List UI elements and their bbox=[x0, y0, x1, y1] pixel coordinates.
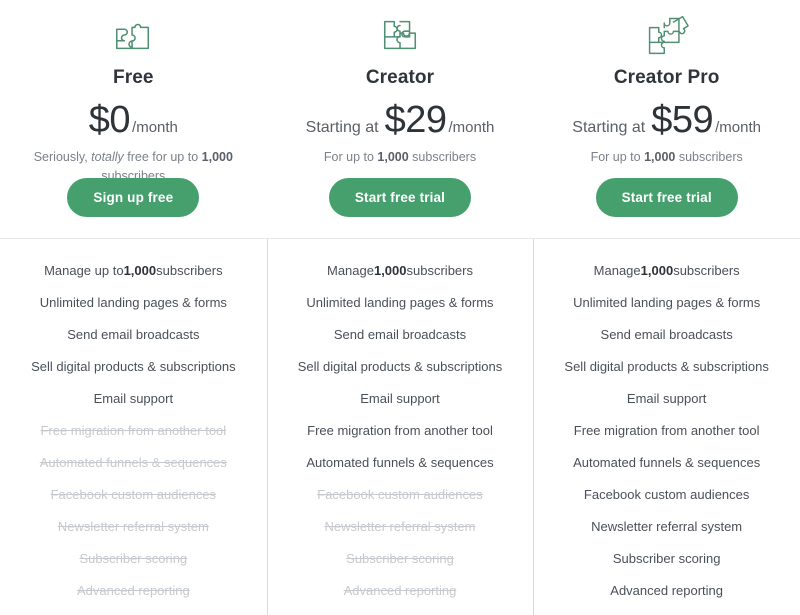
puzzle-3-pieces-icon bbox=[379, 10, 421, 60]
plan-name: Creator bbox=[365, 67, 435, 88]
puzzle-2-pieces-icon bbox=[112, 10, 154, 60]
feature-highlight: 1,000 bbox=[123, 262, 157, 278]
feature-item: Advanced reporting bbox=[76, 582, 190, 598]
feature-item: Facebook custom audiences bbox=[50, 486, 217, 502]
puzzle-4-pieces-icon bbox=[645, 10, 689, 60]
feature-item: Send email broadcasts bbox=[600, 326, 733, 342]
feature-item: Unlimited landing pages & forms bbox=[39, 294, 227, 310]
feature-item: Manage up to 1,000 subscribers bbox=[44, 262, 223, 278]
feature-item: Automated funnels & sequences bbox=[573, 454, 761, 470]
plan-cta-container: Start free trial bbox=[533, 178, 800, 217]
plan-header: Free $0/month Seriously, totally free for … bbox=[0, 0, 267, 238]
feature-item: Advanced reporting bbox=[343, 582, 457, 598]
note-subscriber-count: 1,000 bbox=[377, 150, 409, 164]
feature-item: Email support bbox=[360, 390, 440, 406]
plan-cta-button[interactable]: Sign up free bbox=[67, 178, 200, 217]
plan-cta-container: Start free trial bbox=[267, 178, 534, 217]
feature-item: Sell digital products & subscriptions bbox=[31, 358, 236, 374]
price-amount: $59 bbox=[651, 99, 714, 141]
feature-item: Facebook custom audiences bbox=[583, 486, 750, 502]
plan-cta-button[interactable]: Start free trial bbox=[328, 178, 472, 217]
price-period: /month bbox=[715, 119, 761, 136]
plan-header: Creator Pro Starting at $59/month For up to… bbox=[533, 0, 800, 238]
feature-item: Send email broadcasts bbox=[67, 326, 200, 342]
plan-subscriber-note: For up to 1,000 subscribers bbox=[323, 150, 477, 164]
plan-name: Free bbox=[113, 67, 154, 88]
feature-item: Facebook custom audiences bbox=[317, 486, 483, 502]
pricing-table: Free $0/month Seriously, totally free for … bbox=[0, 0, 800, 615]
feature-item: Free migration from another tool bbox=[573, 422, 760, 438]
feature-item: Newsletter referral system bbox=[324, 518, 476, 534]
plan-header: Creator Starting at $29/month For up to 1,0… bbox=[267, 0, 534, 238]
feature-item: Unlimited landing pages & forms bbox=[306, 294, 494, 310]
feature-highlight: 1,000 bbox=[640, 262, 674, 278]
feature-item: Subscriber scoring bbox=[612, 550, 721, 566]
note-subscriber-count: 1,000 bbox=[644, 150, 676, 164]
price-amount: $0 bbox=[88, 99, 131, 141]
feature-item: Email support bbox=[93, 390, 174, 406]
plan-column-free: Free $0/month Seriously, totally free for … bbox=[0, 0, 267, 615]
feature-list: Manage 1,000 subscribers Unlimited landin… bbox=[533, 238, 800, 606]
feature-item: Subscriber scoring bbox=[346, 550, 454, 566]
feature-item: Newsletter referral system bbox=[57, 518, 209, 534]
feature-item: Unlimited landing pages & forms bbox=[573, 294, 761, 310]
note-emphasis: totally bbox=[91, 150, 124, 164]
feature-item: Free migration from another tool bbox=[40, 422, 227, 438]
feature-highlight: 1,000 bbox=[373, 262, 407, 278]
feature-item: Sell digital products & subscriptions bbox=[297, 358, 503, 374]
feature-item: Automated funnels & sequences bbox=[306, 454, 494, 470]
feature-item: Sell digital products & subscriptions bbox=[564, 358, 769, 374]
header-divider bbox=[0, 238, 800, 239]
feature-item: Send email broadcasts bbox=[333, 326, 467, 342]
feature-item: Manage 1,000 subscribers bbox=[326, 262, 473, 278]
note-subscriber-count: 1,000 bbox=[201, 150, 233, 164]
feature-list: Manage up to 1,000 subscribers Unlimited … bbox=[0, 238, 267, 606]
feature-item: Newsletter referral system bbox=[591, 518, 743, 534]
plan-subscriber-note: For up to 1,000 subscribers bbox=[590, 150, 743, 164]
plan-name: Creator Pro bbox=[613, 67, 720, 88]
feature-item: Email support bbox=[626, 390, 707, 406]
plan-column-creator-pro: Creator Pro Starting at $59/month For up to… bbox=[533, 0, 800, 615]
plan-cta-container: Sign up free bbox=[0, 178, 267, 217]
price-amount: $29 bbox=[384, 99, 447, 141]
plan-price: $0/month bbox=[89, 101, 178, 139]
price-prefix: Starting at bbox=[305, 119, 379, 136]
feature-item: Advanced reporting bbox=[610, 582, 724, 598]
plan-price: Starting at $29/month bbox=[306, 101, 495, 139]
price-prefix: Starting at bbox=[572, 119, 646, 136]
feature-item: Manage 1,000 subscribers bbox=[593, 262, 740, 278]
plan-cta-button[interactable]: Start free trial bbox=[595, 178, 738, 217]
plan-column-creator: Creator Starting at $29/month For up to 1,0… bbox=[266, 0, 534, 615]
price-period: /month bbox=[448, 119, 495, 136]
plan-price: Starting at $59/month bbox=[572, 101, 761, 139]
feature-list: Manage 1,000 subscribers Unlimited landin… bbox=[267, 238, 534, 606]
feature-item: Automated funnels & sequences bbox=[39, 454, 227, 470]
feature-item: Free migration from another tool bbox=[307, 422, 493, 438]
feature-item: Subscriber scoring bbox=[79, 550, 188, 566]
price-period: /month bbox=[132, 119, 178, 136]
